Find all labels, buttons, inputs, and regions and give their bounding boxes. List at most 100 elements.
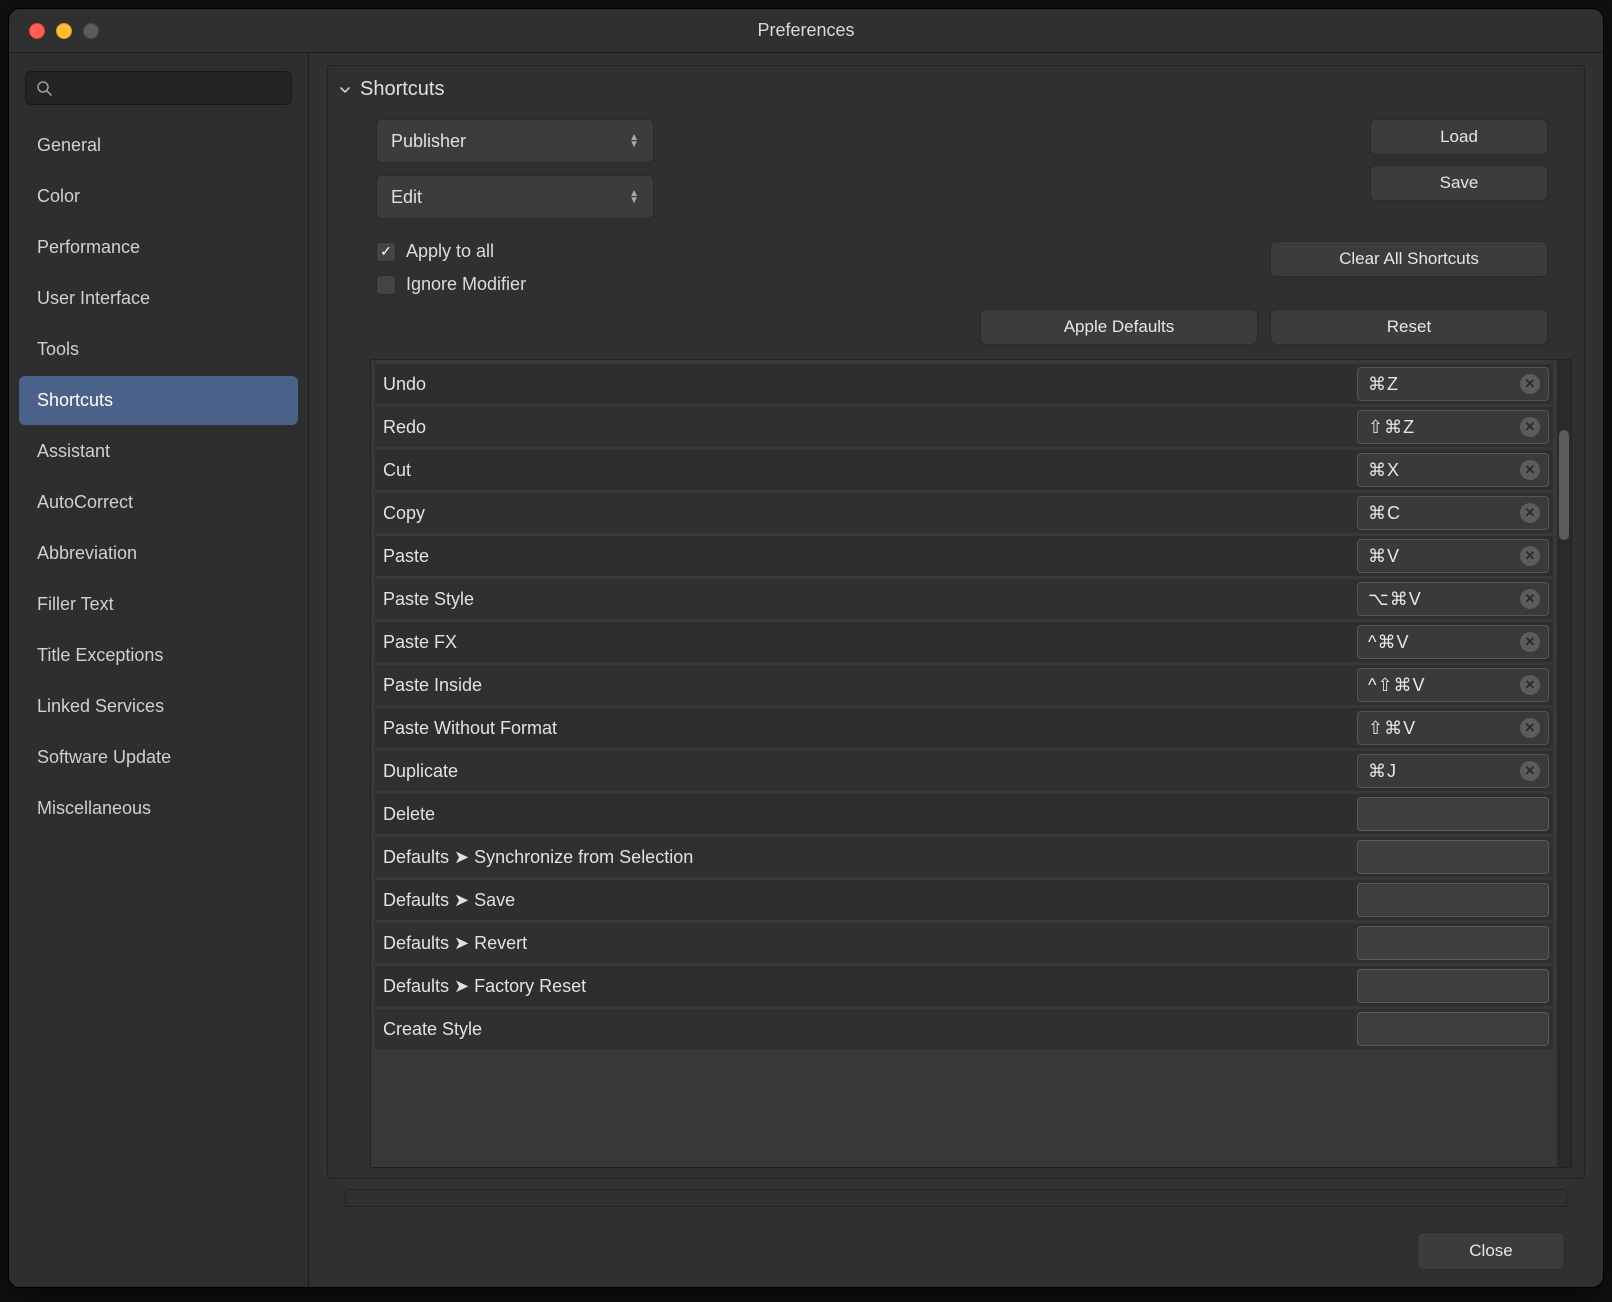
- table-row[interactable]: Defaults ➤ Revert: [375, 923, 1553, 963]
- preferences-window: Preferences GeneralColorPerformanceUser …: [8, 8, 1604, 1288]
- sidebar-item-autocorrect[interactable]: AutoCorrect: [19, 478, 298, 527]
- shortcut-input[interactable]: ⌘C✕: [1357, 496, 1549, 530]
- window-body: GeneralColorPerformanceUser InterfaceToo…: [9, 53, 1603, 1287]
- clear-shortcut-icon[interactable]: ✕: [1520, 632, 1540, 652]
- shortcut-key: ⇧⌘Z: [1368, 417, 1520, 438]
- top-controls: Publisher ▲▼ Edit ▲▼ Load Save: [328, 119, 1584, 219]
- clear-shortcut-icon[interactable]: ✕: [1520, 589, 1540, 609]
- section-title: Shortcuts: [360, 78, 444, 101]
- table-row[interactable]: Paste⌘V✕: [375, 536, 1553, 576]
- ignore-modifier-checkbox[interactable]: Ignore Modifier: [376, 274, 526, 295]
- sidebar-item-color[interactable]: Color: [19, 172, 298, 221]
- shortcut-input[interactable]: ⌘J✕: [1357, 754, 1549, 788]
- search-field[interactable]: [25, 71, 292, 105]
- clear-shortcut-icon[interactable]: ✕: [1520, 675, 1540, 695]
- clear-shortcut-icon[interactable]: ✕: [1520, 546, 1540, 566]
- sidebar-item-linked-services[interactable]: Linked Services: [19, 682, 298, 731]
- window-close-button[interactable]: [29, 23, 45, 39]
- shortcut-input[interactable]: ⌥⌘V✕: [1357, 582, 1549, 616]
- sidebar-item-user-interface[interactable]: User Interface: [19, 274, 298, 323]
- defaults-reset-row: Apple Defaults Reset: [328, 301, 1584, 359]
- apple-defaults-button[interactable]: Apple Defaults: [980, 309, 1258, 345]
- window-minimize-button[interactable]: [56, 23, 72, 39]
- table-scrollbar[interactable]: [1557, 360, 1571, 1167]
- table-row[interactable]: Duplicate⌘J✕: [375, 751, 1553, 791]
- reset-button[interactable]: Reset: [1270, 309, 1548, 345]
- table-row[interactable]: Undo⌘Z✕: [375, 364, 1553, 404]
- apply-to-all-checkbox[interactable]: Apply to all: [376, 241, 526, 262]
- shortcut-key: ⇧⌘V: [1368, 718, 1520, 739]
- table-row[interactable]: Paste FX^⌘V✕: [375, 622, 1553, 662]
- window-zoom-button[interactable]: [83, 23, 99, 39]
- checkbox-stack: Apply to all Ignore Modifier: [376, 241, 526, 295]
- table-row[interactable]: Defaults ➤ Synchronize from Selection: [375, 837, 1553, 877]
- sidebar-item-tools[interactable]: Tools: [19, 325, 298, 374]
- shortcut-key: ⌘J: [1368, 761, 1520, 782]
- shortcut-label: Delete: [375, 804, 1357, 825]
- table-row[interactable]: Delete: [375, 794, 1553, 834]
- sidebar-item-miscellaneous[interactable]: Miscellaneous: [19, 784, 298, 833]
- sidebar-item-shortcuts[interactable]: Shortcuts: [19, 376, 298, 425]
- section-header[interactable]: Shortcuts: [328, 66, 1584, 119]
- shortcuts-table-body[interactable]: Undo⌘Z✕Redo⇧⌘Z✕Cut⌘X✕Copy⌘C✕Paste⌘V✕Past…: [371, 360, 1557, 1167]
- table-row[interactable]: Redo⇧⌘Z✕: [375, 407, 1553, 447]
- sidebar-nav: GeneralColorPerformanceUser InterfaceToo…: [9, 117, 308, 837]
- app-select[interactable]: Publisher ▲▼: [376, 119, 654, 163]
- sidebar-item-performance[interactable]: Performance: [19, 223, 298, 272]
- shortcut-key: ^⇧⌘V: [1368, 675, 1520, 696]
- load-button[interactable]: Load: [1370, 119, 1548, 155]
- shortcut-input[interactable]: [1357, 926, 1549, 960]
- shortcut-input[interactable]: [1357, 883, 1549, 917]
- shortcut-label: Defaults ➤ Save: [375, 890, 1357, 911]
- menu-select-value: Edit: [391, 187, 422, 208]
- sidebar: GeneralColorPerformanceUser InterfaceToo…: [9, 53, 309, 1287]
- clear-shortcut-icon[interactable]: ✕: [1520, 503, 1540, 523]
- shortcut-input[interactable]: [1357, 969, 1549, 1003]
- sidebar-item-abbreviation[interactable]: Abbreviation: [19, 529, 298, 578]
- traffic-lights: [9, 23, 99, 39]
- clear-shortcut-icon[interactable]: ✕: [1520, 417, 1540, 437]
- shortcut-input[interactable]: [1357, 840, 1549, 874]
- shortcut-input[interactable]: ⌘Z✕: [1357, 367, 1549, 401]
- search-input[interactable]: [60, 79, 281, 97]
- shortcut-input[interactable]: ^⇧⌘V✕: [1357, 668, 1549, 702]
- shortcut-input[interactable]: ^⌘V✕: [1357, 625, 1549, 659]
- shortcut-label: Copy: [375, 503, 1357, 524]
- sidebar-item-general[interactable]: General: [19, 121, 298, 170]
- table-row[interactable]: Paste Style⌥⌘V✕: [375, 579, 1553, 619]
- shortcut-label: Paste FX: [375, 632, 1357, 653]
- shortcut-input[interactable]: ⇧⌘Z✕: [1357, 410, 1549, 444]
- shortcut-input[interactable]: ⌘X✕: [1357, 453, 1549, 487]
- shortcut-input[interactable]: [1357, 797, 1549, 831]
- close-button[interactable]: Close: [1417, 1232, 1565, 1270]
- table-row[interactable]: Paste Inside^⇧⌘V✕: [375, 665, 1553, 705]
- table-row[interactable]: Defaults ➤ Save: [375, 880, 1553, 920]
- shortcut-input[interactable]: ⇧⌘V✕: [1357, 711, 1549, 745]
- scrollbar-thumb[interactable]: [1559, 430, 1569, 540]
- save-button[interactable]: Save: [1370, 165, 1548, 201]
- content-frame: Shortcuts Publisher ▲▼ Edit ▲▼: [327, 65, 1585, 1179]
- shortcut-label: Undo: [375, 374, 1357, 395]
- sidebar-item-software-update[interactable]: Software Update: [19, 733, 298, 782]
- sidebar-item-filler-text[interactable]: Filler Text: [19, 580, 298, 629]
- shortcut-input[interactable]: ⌘V✕: [1357, 539, 1549, 573]
- sidebar-item-title-exceptions[interactable]: Title Exceptions: [19, 631, 298, 680]
- next-section-peek: [345, 1189, 1567, 1207]
- table-row[interactable]: Paste Without Format⇧⌘V✕: [375, 708, 1553, 748]
- table-row[interactable]: Copy⌘C✕: [375, 493, 1553, 533]
- stepper-icon: ▲▼: [629, 134, 639, 148]
- search-icon: [36, 80, 52, 96]
- clear-shortcut-icon[interactable]: ✕: [1520, 460, 1540, 480]
- checkbox-label: Apply to all: [406, 241, 494, 262]
- titlebar: Preferences: [9, 9, 1603, 53]
- table-row[interactable]: Create Style: [375, 1009, 1553, 1049]
- table-row[interactable]: Cut⌘X✕: [375, 450, 1553, 490]
- table-row[interactable]: Defaults ➤ Factory Reset: [375, 966, 1553, 1006]
- menu-select[interactable]: Edit ▲▼: [376, 175, 654, 219]
- clear-shortcut-icon[interactable]: ✕: [1520, 761, 1540, 781]
- clear-shortcut-icon[interactable]: ✕: [1520, 374, 1540, 394]
- sidebar-item-assistant[interactable]: Assistant: [19, 427, 298, 476]
- clear-shortcut-icon[interactable]: ✕: [1520, 718, 1540, 738]
- clear-all-shortcuts-button[interactable]: Clear All Shortcuts: [1270, 241, 1548, 277]
- shortcut-input[interactable]: [1357, 1012, 1549, 1046]
